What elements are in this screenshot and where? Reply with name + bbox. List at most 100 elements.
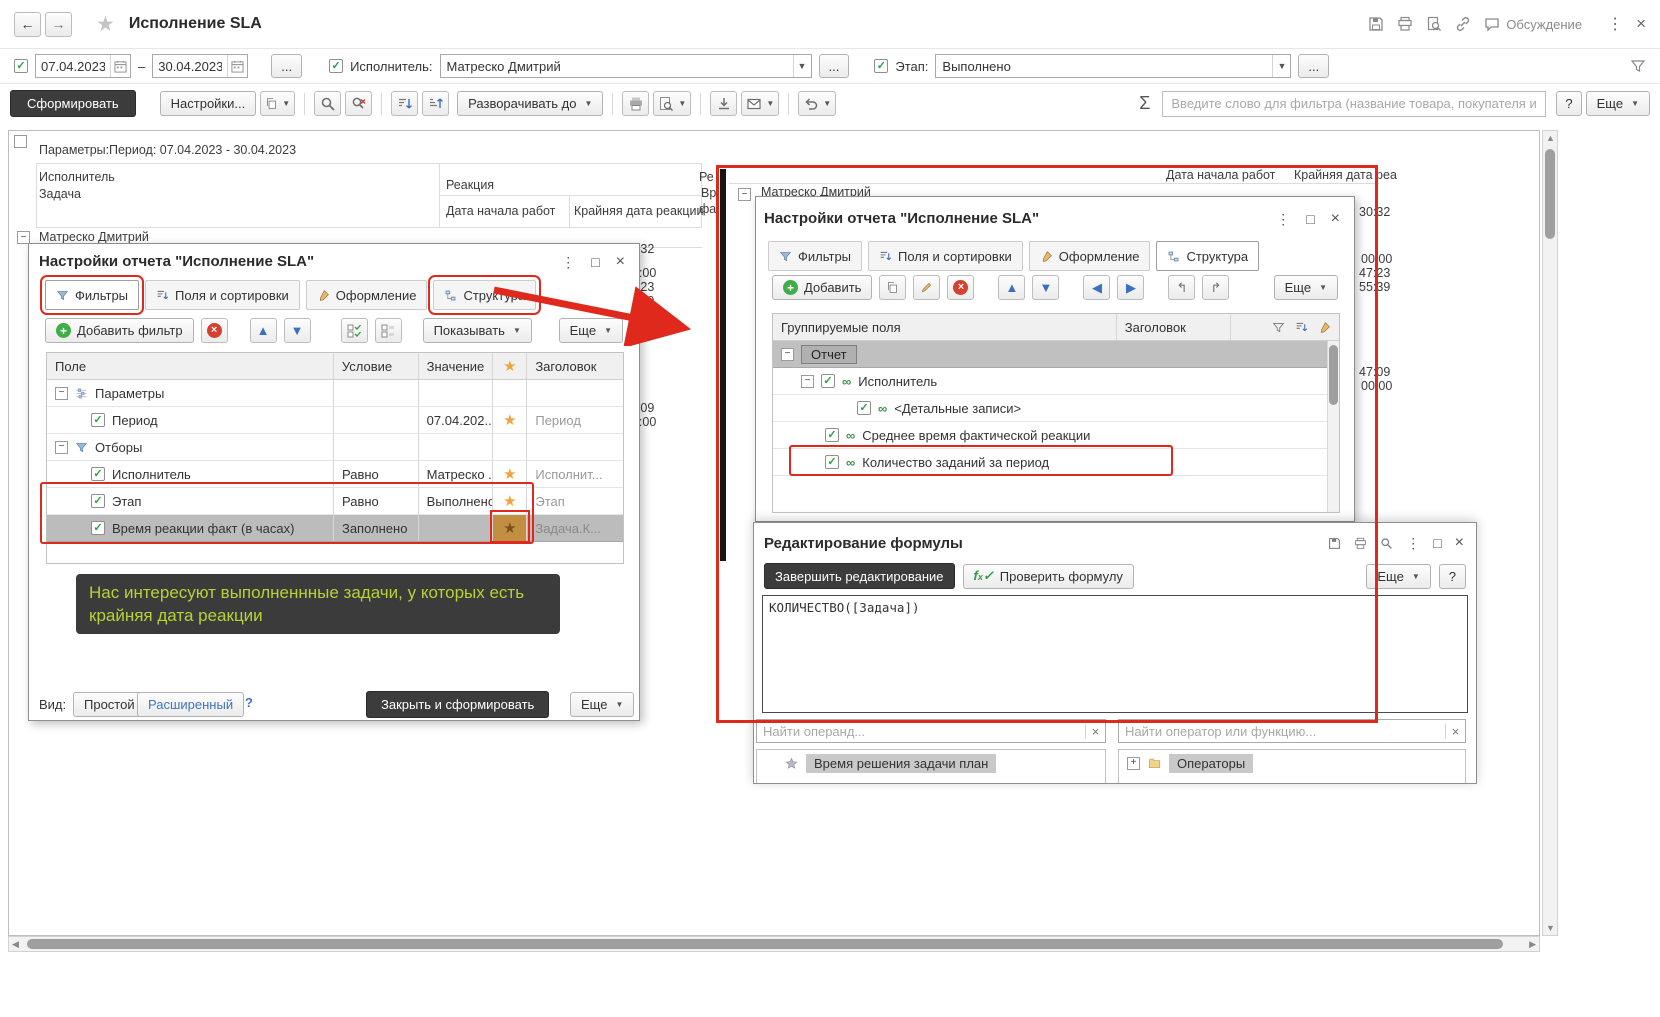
edit-pencil-button[interactable]	[913, 275, 940, 300]
forward-button[interactable]: →	[45, 12, 72, 37]
settings-button[interactable]: Настройки...	[160, 91, 257, 116]
back-button[interactable]: ←	[14, 12, 41, 37]
maximize-icon[interactable]: □	[591, 254, 599, 270]
check-formula-button[interactable]: fx✓ Проверить формулу	[963, 564, 1134, 589]
tree-node-label[interactable]: Отчет	[801, 345, 857, 364]
close-icon[interactable]: ×	[1331, 210, 1340, 228]
horizontal-scroll-thumb[interactable]	[27, 939, 1503, 949]
tree-row-report[interactable]: −Отчет	[773, 341, 1339, 368]
col-header[interactable]: Заголовок	[527, 353, 623, 379]
discussion-button[interactable]: Обсуждение	[1484, 16, 1582, 32]
table-vertical-scrollbar[interactable]	[1327, 341, 1339, 512]
filter-row[interactable]: Исполнитель Равно Матреско ... ★ Исполни…	[47, 461, 623, 488]
star-icon[interactable]: ★	[503, 521, 516, 536]
row-checkbox[interactable]	[91, 413, 105, 427]
history-button[interactable]: ▼	[798, 91, 836, 116]
tab-appearance[interactable]: Оформление	[306, 280, 428, 310]
col-star[interactable]: ★	[493, 353, 527, 379]
group-move-out-button[interactable]: ↱	[1202, 275, 1229, 300]
vertical-scrollbar[interactable]: ▲ ▼	[1542, 130, 1558, 936]
reset-search-button[interactable]	[345, 91, 372, 116]
filter-row-group[interactable]: −Параметры	[47, 380, 623, 407]
add-button[interactable]: +Добавить	[772, 275, 872, 300]
save-icon[interactable]	[1328, 537, 1341, 550]
help-button[interactable]: ?	[1439, 564, 1466, 589]
stage-checkbox[interactable]	[874, 59, 888, 73]
find-operand-input[interactable]	[757, 720, 1085, 742]
tab-fields-sorting[interactable]: Поля и сортировки	[145, 280, 300, 310]
group-expander-icon[interactable]: −	[738, 188, 751, 201]
settings-variants-button[interactable]: ▼	[260, 91, 295, 116]
more-button[interactable]: Еще▼	[1586, 91, 1650, 116]
col-group-fields[interactable]: Группируемые поля	[773, 314, 1117, 340]
col-condition[interactable]: Условие	[334, 353, 419, 379]
executor-more-button[interactable]: ...	[819, 54, 850, 78]
tab-fields-sorting[interactable]: Поля и сортировки	[868, 241, 1023, 271]
filter-funnel-icon[interactable]	[1630, 58, 1646, 74]
menu-dots-icon[interactable]: ⋮	[1276, 211, 1290, 228]
scroll-up-icon[interactable]: ▲	[1546, 133, 1555, 143]
funnel-icon[interactable]	[1272, 321, 1285, 334]
tree-row[interactable]: ∞Среднее время фактической реакции	[773, 422, 1339, 449]
sort-descending-button[interactable]	[422, 91, 449, 116]
maximize-icon[interactable]: □	[1306, 211, 1314, 227]
executor-dropdown-icon[interactable]: ▼	[793, 55, 811, 77]
more-button[interactable]: Еще▼	[570, 692, 634, 717]
report-corner-box[interactable]	[14, 135, 27, 148]
clear-icon[interactable]: ×	[1445, 724, 1465, 739]
search-page-icon[interactable]	[1426, 16, 1442, 32]
check-all-button[interactable]	[341, 318, 368, 343]
menu-dots-icon[interactable]: ⋮	[1406, 535, 1420, 552]
col-value[interactable]: Значение	[419, 353, 494, 379]
executor-input[interactable]	[441, 55, 793, 77]
save-icon[interactable]	[1368, 16, 1384, 32]
tree-row[interactable]: −∞Исполнитель	[773, 368, 1339, 395]
more-button[interactable]: Еще▼	[1366, 564, 1430, 589]
view-help-icon[interactable]: ?	[245, 695, 253, 710]
print-icon[interactable]	[1354, 537, 1367, 550]
report-row-executor[interactable]: Матреско Дмитрий	[39, 230, 149, 244]
more-button[interactable]: Еще▼	[1274, 275, 1338, 300]
operators-label[interactable]: Операторы	[1169, 754, 1253, 773]
view-extended-button[interactable]: Расширенный	[137, 692, 244, 717]
move-down-button[interactable]: ▼	[1032, 275, 1059, 300]
maximize-icon[interactable]: □	[1433, 535, 1441, 551]
tab-filters[interactable]: Фильтры	[768, 241, 862, 271]
clear-icon[interactable]: ×	[1085, 724, 1105, 739]
expand-plus-icon[interactable]: +	[1127, 757, 1140, 770]
move-left-button[interactable]: ◀	[1083, 275, 1110, 300]
period-more-button[interactable]: ...	[271, 54, 302, 78]
menu-dots-icon[interactable]: ⋮	[561, 254, 575, 271]
expand-to-button[interactable]: Разворачивать до▼	[457, 91, 603, 116]
favorite-star-icon[interactable]: ★	[96, 14, 115, 35]
scroll-right-icon[interactable]: ▶	[1529, 939, 1536, 950]
move-down-button[interactable]: ▼	[284, 318, 311, 343]
calendar-icon[interactable]	[110, 55, 130, 77]
sum-icon[interactable]: Σ	[1139, 93, 1150, 114]
move-right-button[interactable]: ▶	[1117, 275, 1144, 300]
filter-row-selected[interactable]: Время реакции факт (в часах) Заполнено ★…	[47, 515, 623, 542]
star-icon[interactable]: ★	[503, 494, 516, 509]
stage-dropdown-icon[interactable]: ▼	[1272, 55, 1290, 77]
export-button[interactable]	[710, 91, 737, 116]
send-email-button[interactable]: ▼	[741, 91, 779, 116]
tree-row[interactable]: ∞<Детальные записи>	[773, 395, 1339, 422]
group-move-in-button[interactable]: ↰	[1168, 275, 1195, 300]
row-checkbox[interactable]	[821, 374, 835, 388]
print-preview-button[interactable]: ▼	[653, 91, 691, 116]
close-icon[interactable]: ×	[616, 253, 625, 271]
filter-row-group[interactable]: −Отборы	[47, 434, 623, 461]
show-mode-button[interactable]: Показывать▼	[423, 318, 532, 343]
delete-filter-button[interactable]: ×	[201, 318, 228, 343]
sort-icon[interactable]	[1295, 321, 1308, 334]
quick-search-input[interactable]	[1162, 91, 1546, 117]
star-icon[interactable]: ★	[503, 413, 516, 428]
view-simple-button[interactable]: Простой	[73, 692, 146, 717]
stage-input[interactable]	[936, 55, 1272, 77]
tab-structure[interactable]: Структура	[1156, 241, 1259, 271]
operators-group-item[interactable]: + Операторы	[1119, 750, 1465, 776]
operand-item[interactable]: Время решения задачи план	[757, 750, 1105, 776]
uncheck-all-button[interactable]	[375, 318, 402, 343]
generate-button[interactable]: Сформировать	[10, 90, 136, 117]
stage-more-button[interactable]: ...	[1298, 54, 1329, 78]
